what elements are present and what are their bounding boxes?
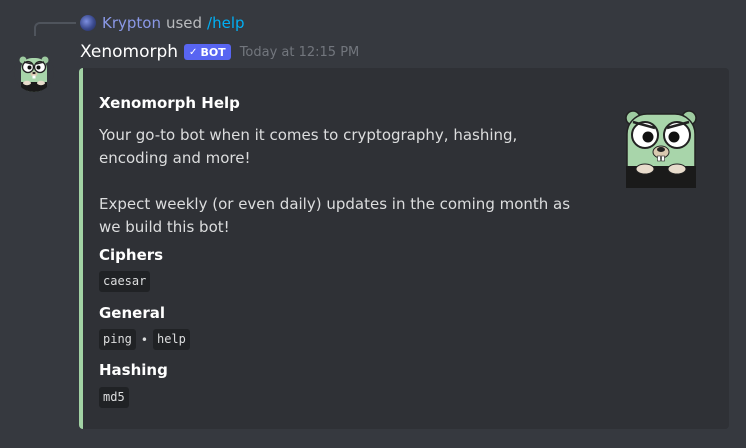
checkmark-icon: ✓ <box>189 46 198 58</box>
reply-username[interactable]: Krypton <box>102 14 161 32</box>
gopher-avatar-icon <box>14 52 54 92</box>
reply-verb: used <box>165 14 203 32</box>
message-header: Xenomorph ✓ BOT Today at 12:15 PM <box>80 40 359 64</box>
gopher-thumbnail-icon <box>625 110 697 189</box>
bot-badge: ✓ BOT <box>184 44 231 60</box>
embed-title: Xenomorph Help <box>99 94 240 112</box>
field-name-ciphers: Ciphers <box>99 246 164 264</box>
command-code: caesar <box>99 271 151 292</box>
field-value-general: ping • help <box>99 329 190 350</box>
embed-description-line: Your go-to bot when it comes to cryptogr… <box>99 126 518 167</box>
embed-thumbnail[interactable] <box>623 108 699 189</box>
avatar[interactable] <box>14 52 54 92</box>
reply-user-avatar[interactable] <box>80 15 96 31</box>
embed-description-line: Expect weekly (or even daily) updates in… <box>99 195 571 236</box>
field-name-general: General <box>99 304 165 322</box>
command-code: ping <box>99 329 136 350</box>
field-value-ciphers: caesar <box>99 271 151 292</box>
separator-dot: • <box>140 332 148 347</box>
bot-badge-label: BOT <box>200 45 226 59</box>
reply-command[interactable]: /help <box>207 14 244 32</box>
embed: Xenomorph Help Your go-to bot when it co… <box>79 68 729 429</box>
field-value-hashing: md5 <box>99 387 129 408</box>
reply-connector-line <box>34 22 76 36</box>
timestamp[interactable]: Today at 12:15 PM <box>240 45 360 60</box>
command-code: help <box>152 329 190 350</box>
reply-context[interactable]: Krypton used /help <box>80 12 245 34</box>
embed-description: Your go-to bot when it comes to cryptogr… <box>99 124 589 239</box>
command-code: md5 <box>99 387 129 408</box>
username[interactable]: Xenomorph <box>80 42 178 62</box>
field-name-hashing: Hashing <box>99 361 168 379</box>
